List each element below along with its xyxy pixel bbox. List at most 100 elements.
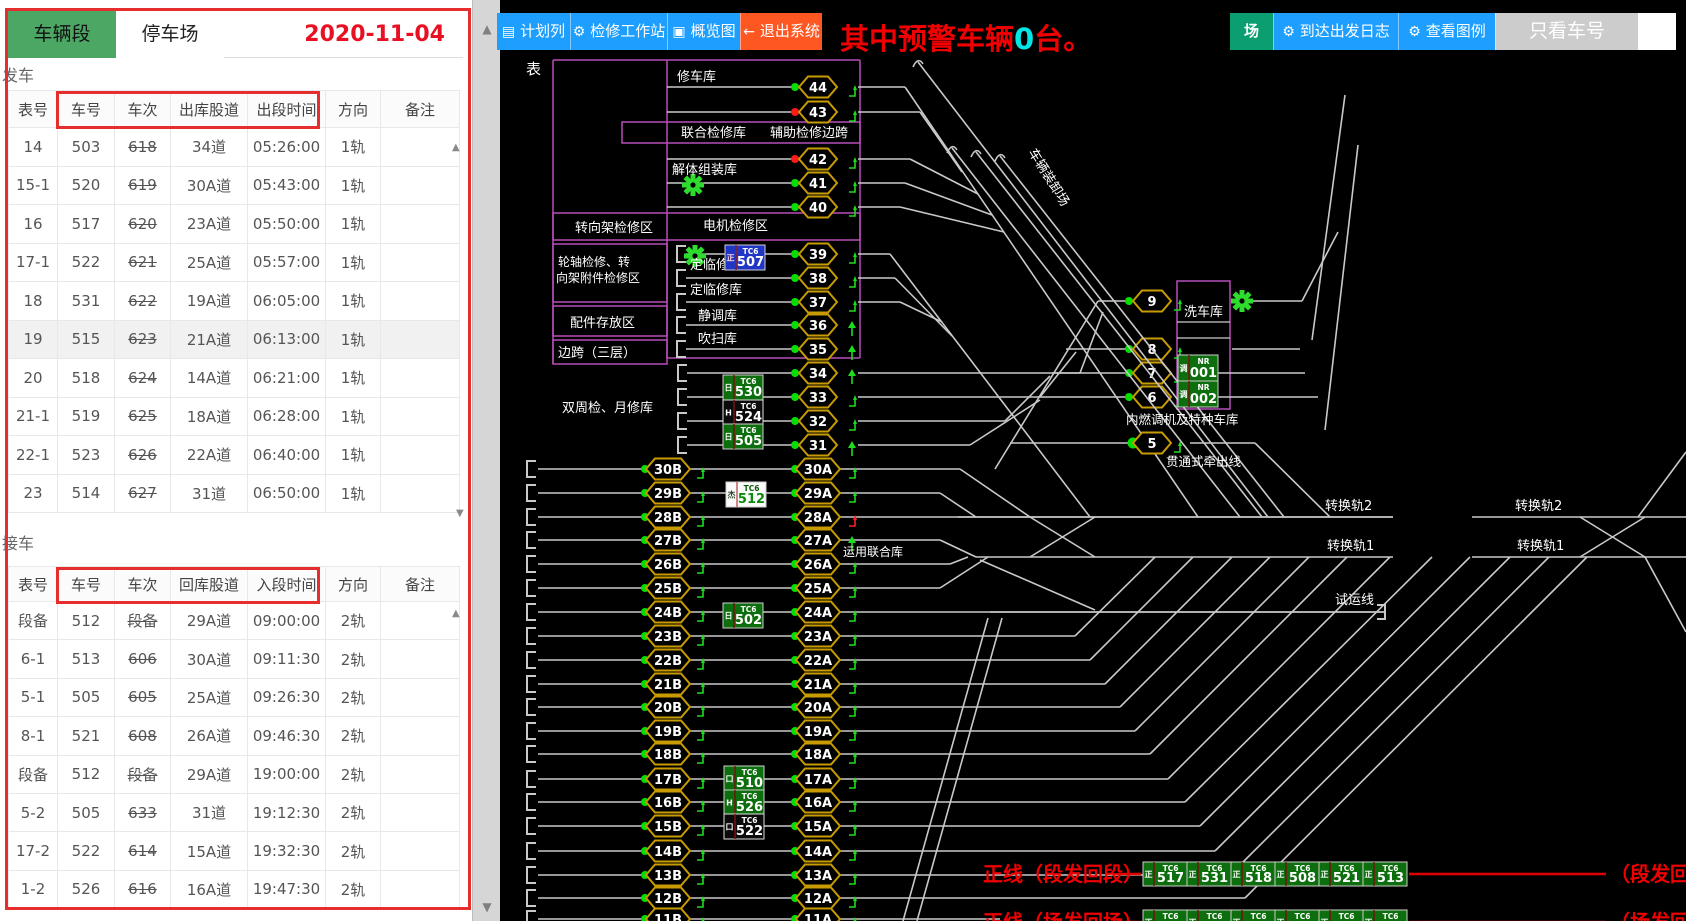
table-cell: 512 [58, 602, 115, 639]
depart-scroll-up-icon[interactable]: ▲ [452, 142, 460, 153]
table-row[interactable]: 22-152362622A道06:40:001轨 [8, 436, 460, 475]
train-type: NR [1197, 357, 1209, 366]
table-cell: 段备 [115, 602, 171, 639]
track-id: 33 [809, 391, 827, 406]
track-diagram[interactable]: 444342414039383736353433323130B30A29B29A… [500, 0, 1686, 921]
table-cell: 1-2 [8, 871, 58, 908]
toolbar-button-back-arrow-icon[interactable]: ←退出系统 [740, 13, 822, 50]
toolbar-button-document-icon[interactable]: ▤计划列表 [497, 13, 570, 50]
warning-text: 其中预警车辆0台。 [840, 16, 1092, 58]
train-status-glyph: H [726, 799, 733, 808]
table-row[interactable]: 1-252661616A道19:47:302轨 [8, 871, 460, 909]
table-cell: 633 [115, 794, 171, 831]
table-row[interactable]: 15-152061930A道05:43:001轨 [8, 167, 460, 206]
table-cell: 626 [115, 436, 171, 474]
toolbar-white-box[interactable] [1638, 13, 1676, 50]
arrive-scroll-up-icon[interactable]: ▲ [452, 608, 460, 619]
track-id: 22B [654, 654, 682, 669]
table-cell: 22-1 [8, 436, 58, 474]
table-row[interactable]: 5-250563331道19:12:302轨 [8, 794, 460, 832]
line-label: 转换轨2 [1515, 499, 1562, 514]
maintenance-gear-icon [1231, 290, 1253, 312]
track-id: 24A [804, 606, 832, 621]
table-row[interactable]: 2351462731道06:50:001轨 [8, 475, 460, 514]
train-number: 526 [736, 800, 763, 815]
table-cell [381, 205, 460, 243]
building-label: 配件存放区 [570, 316, 635, 331]
table-row[interactable]: 1853162219A道06:05:001轨 [8, 282, 460, 321]
track-id: 16B [654, 796, 682, 811]
toolbar-button-plain[interactable]: 只看车号 [1495, 13, 1638, 50]
table-cell: 2轨 [326, 794, 381, 831]
track-id: 27A [804, 534, 832, 549]
column-header: 车次 [115, 91, 171, 127]
train-number: 002 [1190, 392, 1217, 407]
table-cell: 19 [8, 321, 58, 359]
line-label: 试运线 [1335, 593, 1374, 608]
table-cell [381, 871, 460, 908]
depart-scroll-down-icon[interactable]: ▼ [456, 508, 464, 519]
table-cell: 608 [115, 717, 171, 754]
track-id: 9 [1147, 295, 1156, 310]
toolbar-button-plain[interactable]: 场 [1230, 13, 1273, 50]
toolbar-button-label: 只看车号 [1529, 20, 1605, 42]
table-cell: 09:00:00 [248, 602, 326, 639]
track-id: 29B [654, 487, 682, 502]
table-row[interactable]: 1450361834道05:26:001轨 [8, 128, 460, 167]
column-header: 备注 [381, 567, 460, 601]
table-row[interactable]: 段备512段备29A道19:00:002轨 [8, 756, 460, 794]
column-header: 入段时间 [248, 567, 326, 601]
document-icon: ▤ [502, 24, 515, 40]
table-row[interactable]: 2051862414A道06:21:001轨 [8, 359, 460, 398]
table-cell: 09:46:30 [248, 717, 326, 754]
table-row[interactable]: 5-150560525A道09:26:302轨 [8, 679, 460, 717]
track-id: 32 [809, 415, 827, 430]
table-cell: 1轨 [326, 128, 381, 166]
table-cell: 619 [115, 167, 171, 205]
table-cell [381, 436, 460, 474]
table-row[interactable]: 21-151962518A道06:28:001轨 [8, 398, 460, 437]
table-cell: 606 [115, 640, 171, 677]
train-status-glyph: 调 [1180, 363, 1188, 373]
track-id: 16A [804, 796, 832, 811]
table-cell: 09:26:30 [248, 679, 326, 716]
depart-table: 表号车号车次出库股道出段时间方向备注1450361834道05:26:001轨1… [8, 90, 460, 513]
table-row[interactable]: 8-152160826A道09:46:302轨 [8, 717, 460, 755]
column-header: 出库股道 [171, 91, 248, 127]
train-number: 531 [1201, 871, 1228, 886]
table-cell: 19A道 [171, 282, 248, 320]
track-id: 17A [804, 773, 832, 788]
table-cell: 625 [115, 398, 171, 436]
page-scrollbar[interactable]: ▲ ▼ [472, 0, 500, 921]
table-cell [381, 794, 460, 831]
table-cell: 05:26:00 [248, 128, 326, 166]
mainline-right-label: （段发回场） [1610, 862, 1686, 886]
toolbar-button-gear-icon[interactable]: ⚙检修工作站 [570, 13, 667, 50]
building-label: 辅助检修边跨 [770, 126, 848, 141]
train-number: 512 [738, 492, 765, 507]
table-row[interactable]: 17-152262125A道05:57:001轨 [8, 244, 460, 283]
scroll-down-icon[interactable]: ▼ [479, 900, 495, 914]
train-status-glyph: 日 [725, 612, 733, 621]
table-cell: 520 [58, 167, 115, 205]
line-label: 转换轨1 [1327, 539, 1374, 554]
table-row[interactable]: 17-252261415A道19:32:302轨 [8, 832, 460, 870]
table-cell: 16A道 [171, 871, 248, 908]
table-cell: 517 [58, 205, 115, 243]
toolbar-button-overview-icon[interactable]: ▣概览图 [667, 13, 740, 50]
toolbar-button-gear-icon[interactable]: ⚙查看图例 [1398, 13, 1495, 50]
table-row[interactable]: 1951562321A道06:13:001轨 [8, 321, 460, 360]
track-id: 41 [809, 177, 827, 192]
table-cell: 523 [58, 436, 115, 474]
column-header: 车号 [58, 567, 115, 601]
table-cell [381, 321, 460, 359]
table-cell [381, 475, 460, 513]
toolbar-button-gear-icon[interactable]: ⚙到达出发日志 [1273, 13, 1398, 50]
table-cell [381, 832, 460, 869]
table-row[interactable]: 1651762023A道05:50:001轨 [8, 205, 460, 244]
table-cell: 503 [58, 128, 115, 166]
table-cell: 30A道 [171, 167, 248, 205]
table-row[interactable]: 6-151360630A道09:11:302轨 [8, 640, 460, 678]
table-row[interactable]: 段备512段备29A道09:00:002轨 [8, 602, 460, 640]
train-number: 513 [1377, 871, 1404, 886]
